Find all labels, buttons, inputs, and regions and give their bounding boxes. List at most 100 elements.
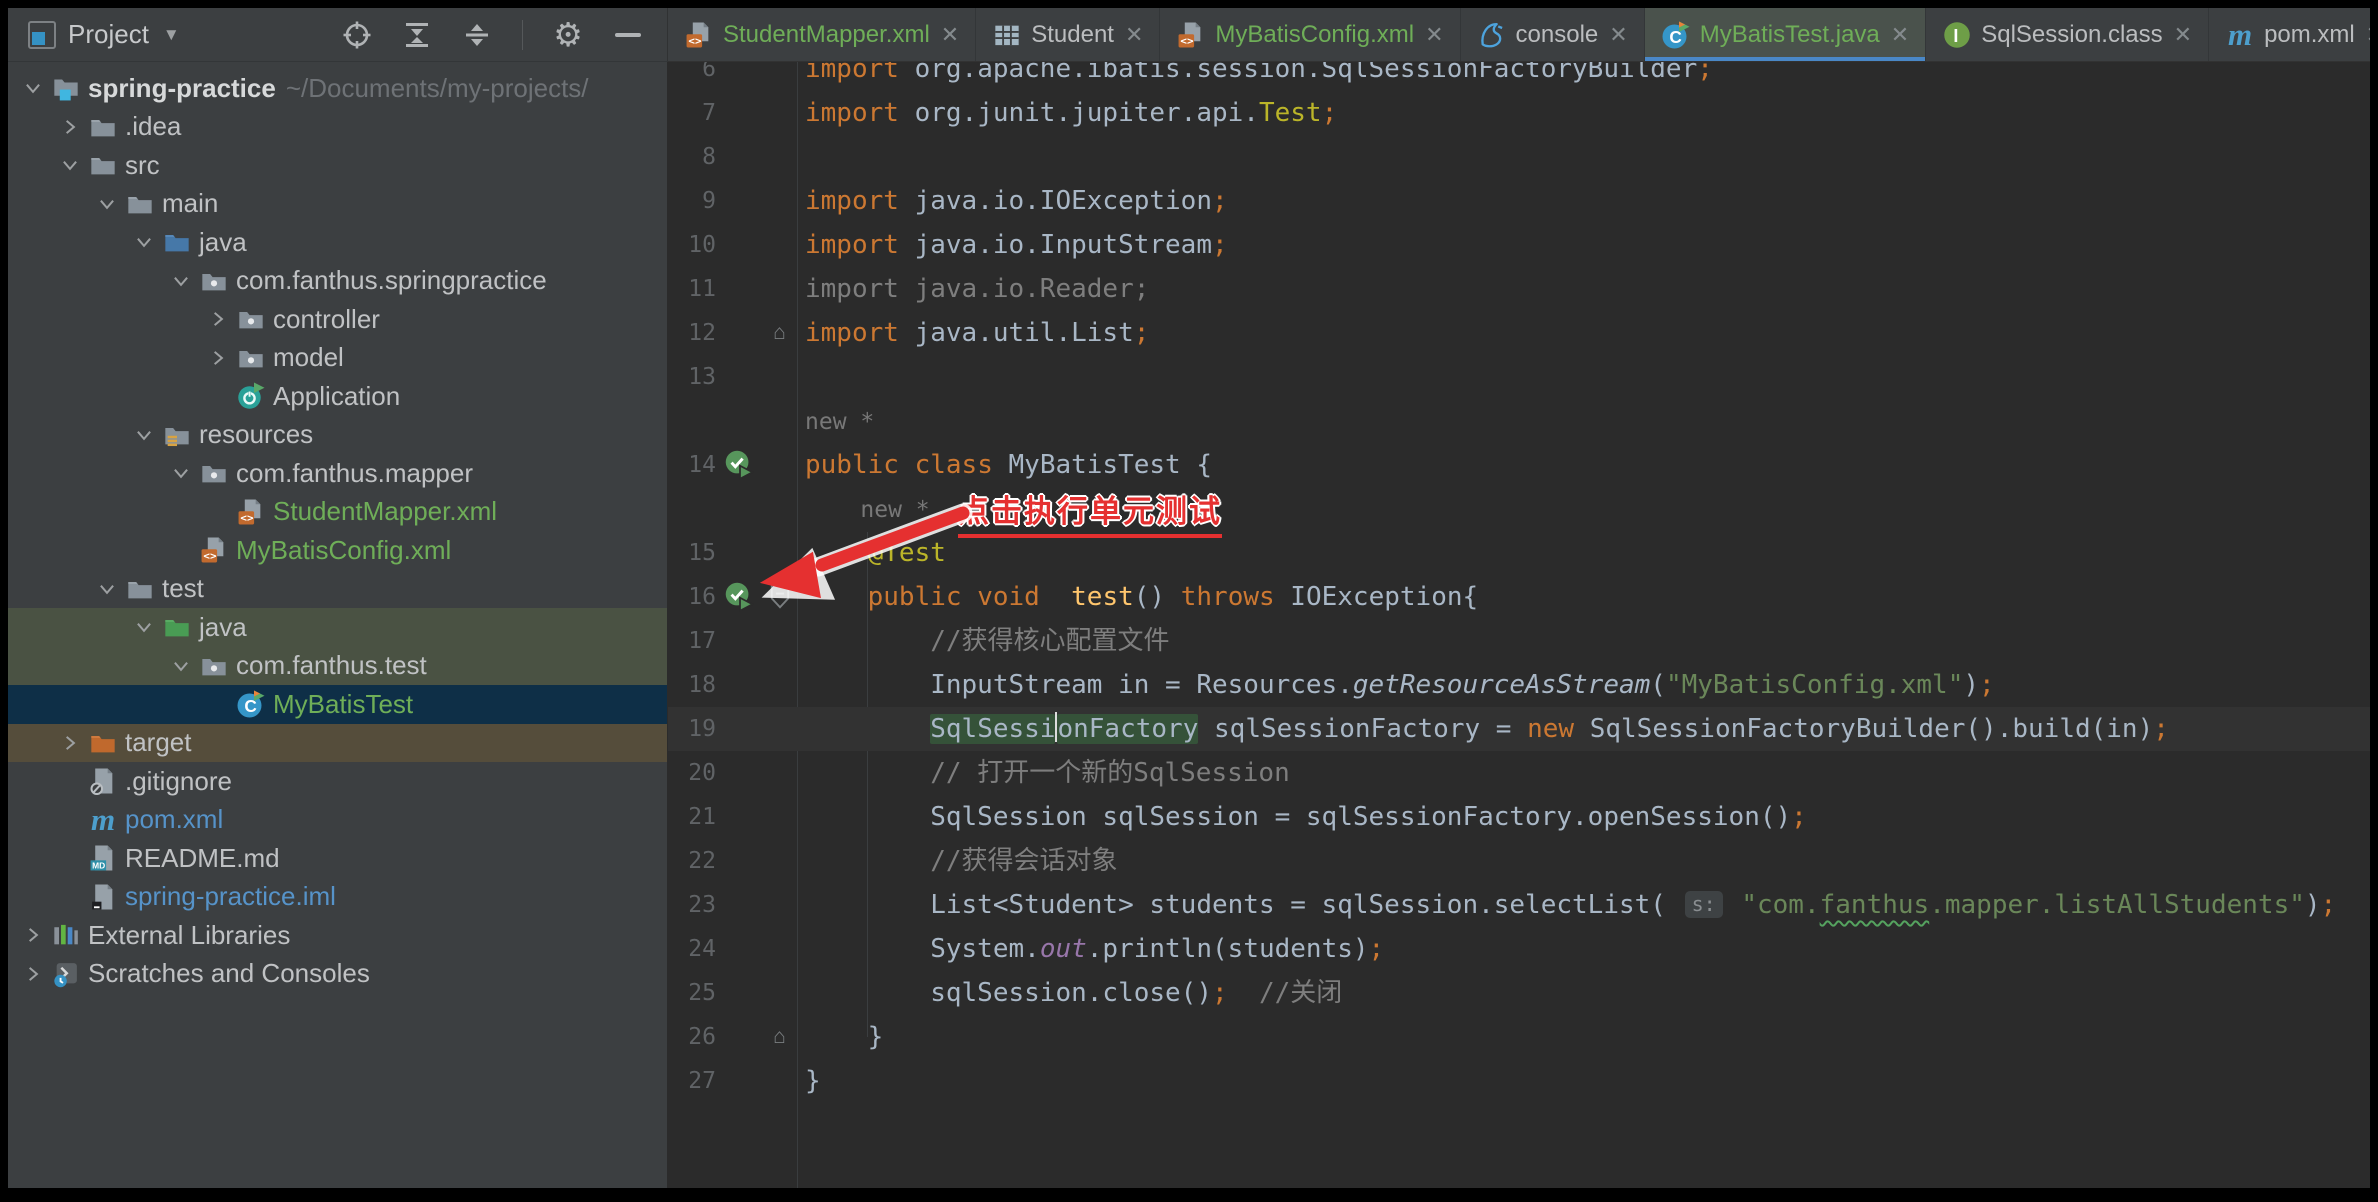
gear-icon[interactable]: ⚙ — [553, 18, 583, 51]
line-number: 26 — [688, 1024, 716, 1050]
chevron-right-icon[interactable] — [18, 925, 48, 945]
tree-item-spring-practice[interactable]: spring-practice ~/Documents/my-projects/ — [8, 69, 667, 108]
chevron-down-icon[interactable] — [92, 194, 122, 214]
project-tree[interactable]: spring-practice ~/Documents/my-projects/.… — [8, 62, 668, 1188]
tree-item-label: README.md — [125, 842, 280, 873]
chevron-down-icon[interactable] — [92, 579, 122, 599]
tree-item-label: MyBatisTest — [273, 688, 414, 719]
tree-item-java[interactable]: java — [8, 608, 667, 647]
expand-all-button[interactable] — [402, 20, 432, 50]
project-panel-title[interactable]: Project — [68, 19, 149, 50]
close-icon[interactable]: ✕ — [1125, 22, 1143, 48]
tree-item-src[interactable]: src — [8, 146, 667, 185]
code-text: SqlSession sqlSession = sqlSessionFactor… — [805, 802, 1807, 832]
chevron-down-icon[interactable] — [129, 232, 159, 252]
chevron-right-icon[interactable] — [203, 348, 233, 368]
chevron-right-icon[interactable] — [18, 964, 48, 984]
close-icon[interactable]: ✕ — [1425, 22, 1443, 48]
project-panel-header: Project ▼ ⚙ — [8, 8, 668, 62]
tree-item-external-libraries[interactable]: External Libraries — [8, 916, 667, 955]
project-path: ~/Documents/my-projects/ — [285, 72, 589, 103]
tree-item-com-fanthus-springpractice[interactable]: com.fanthus.springpractice — [8, 262, 667, 301]
tab-mybatistest-java[interactable]: C MyBatisTest.java ✕ — [1644, 8, 1927, 61]
tree-item-mybatisconfig-xml[interactable]: <> MyBatisConfig.xml — [8, 531, 667, 570]
chevron-down-icon[interactable] — [129, 617, 159, 637]
gitignore-file-icon — [85, 767, 121, 796]
locate-file-button[interactable] — [342, 20, 372, 50]
tree-item-pom-xml[interactable]: m pom.xml — [8, 801, 667, 840]
tree-item-readme-md[interactable]: MD README.md — [8, 839, 667, 878]
run-test-icon[interactable] — [716, 449, 763, 481]
chevron-down-icon[interactable] — [129, 425, 159, 445]
close-icon[interactable]: ✕ — [2174, 22, 2192, 48]
tree-item-test[interactable]: test — [8, 570, 667, 609]
resources-folder-icon — [159, 421, 195, 449]
close-icon[interactable]: ✕ — [2366, 22, 2370, 48]
line-number: 15 — [688, 540, 716, 566]
fold-marker-icon[interactable]: ⌂ — [763, 1025, 796, 1049]
tab-studentmapper-xml[interactable]: <> StudentMapper.xml ✕ — [668, 8, 977, 61]
xml-file-icon: <> — [196, 536, 232, 564]
annotation-arrow-icon — [740, 495, 990, 615]
tree-item-java[interactable]: java — [8, 223, 667, 262]
ide-window: Project ▼ ⚙ <> StudentMapper.xml ✕ Stude… — [8, 8, 2370, 1188]
close-icon[interactable]: ✕ — [1609, 22, 1627, 48]
chevron-right-icon[interactable] — [203, 309, 233, 329]
chevron-down-icon[interactable] — [166, 463, 196, 483]
close-icon[interactable]: ✕ — [1891, 22, 1909, 48]
tree-item-label: spring-practice.iml — [125, 881, 336, 912]
chevron-down-icon[interactable] — [166, 271, 196, 291]
tree-item-idea[interactable]: .idea — [8, 108, 667, 147]
tree-item-com-fanthus-test[interactable]: com.fanthus.test — [8, 646, 667, 685]
tree-item-scratches-and-consoles[interactable]: Scratches and Consoles — [8, 955, 667, 994]
tree-item-label: StudentMapper.xml — [273, 496, 498, 527]
code-line-24: 24 System.out.println(students); — [668, 927, 2370, 971]
tab-label: StudentMapper.xml — [723, 20, 930, 48]
tab-mybatisconfig-xml[interactable]: <> MyBatisConfig.xml ✕ — [1160, 8, 1461, 61]
package-icon — [233, 305, 269, 333]
line-number: 6 — [702, 62, 716, 82]
tree-item-label: com.fanthus.test — [236, 650, 427, 681]
libraries-icon — [48, 921, 84, 949]
code-text: //获得会话对象 — [930, 846, 1118, 876]
tree-item-label: Application — [273, 380, 401, 411]
tree-item-label: java — [199, 611, 247, 642]
chevron-down-icon[interactable] — [55, 155, 85, 175]
tree-item-resources[interactable]: resources — [8, 416, 667, 455]
tree-item-application[interactable]: Application — [8, 377, 667, 416]
close-icon[interactable]: ✕ — [941, 22, 959, 48]
collapse-all-button[interactable] — [462, 20, 492, 50]
maven-icon: m — [90, 801, 116, 837]
tree-item-spring-practice-iml[interactable]: spring-practice.iml — [8, 878, 667, 917]
line-number: 23 — [688, 892, 716, 918]
fold-marker-icon[interactable]: ⌂ — [763, 321, 796, 345]
code-text: SqlSessionFactory sqlSessionFactory = ne… — [930, 712, 2169, 744]
tree-item-controller[interactable]: controller — [8, 300, 667, 339]
chevron-right-icon[interactable] — [55, 117, 85, 137]
chevron-right-icon[interactable] — [55, 733, 85, 753]
code-text: //获得核心配置文件 — [930, 626, 1170, 656]
tree-item-model[interactable]: model — [8, 339, 667, 378]
test-folder-icon — [159, 613, 195, 641]
tree-item-main[interactable]: main — [8, 185, 667, 224]
tab-console[interactable]: console ✕ — [1461, 8, 1645, 61]
line-number: 20 — [688, 760, 716, 786]
svg-text:<>: <> — [203, 550, 217, 563]
code-text: new * — [805, 408, 875, 435]
chevron-down-icon[interactable]: ▼ — [163, 25, 180, 45]
chevron-down-icon[interactable] — [18, 78, 48, 98]
code-editor[interactable]: 6 import org.apache.ibatis.session.SqlSes… — [668, 62, 2370, 1188]
tree-item-target[interactable]: target — [8, 723, 667, 762]
tab-student[interactable]: Student ✕ — [976, 8, 1161, 61]
code-line-23: 23 List<Student> students = sqlSession.s… — [668, 883, 2370, 927]
tree-item-label: main — [162, 188, 219, 219]
chevron-down-icon[interactable] — [166, 656, 196, 676]
tab-sqlsession-class[interactable]: I SqlSession.class ✕ — [1926, 8, 2210, 61]
hide-panel-button[interactable] — [613, 20, 643, 50]
tree-item-com-fanthus-mapper[interactable]: com.fanthus.mapper — [8, 454, 667, 493]
tree-item-gitignore[interactable]: .gitignore — [8, 762, 667, 801]
svg-text:I: I — [1954, 25, 1959, 45]
tree-item-mybatistest[interactable]: C MyBatisTest — [8, 685, 667, 724]
tab-pom-xml[interactable]: m pom.xml ✕ — [2209, 8, 2370, 61]
tree-item-studentmapper-xml[interactable]: <> StudentMapper.xml — [8, 493, 667, 532]
